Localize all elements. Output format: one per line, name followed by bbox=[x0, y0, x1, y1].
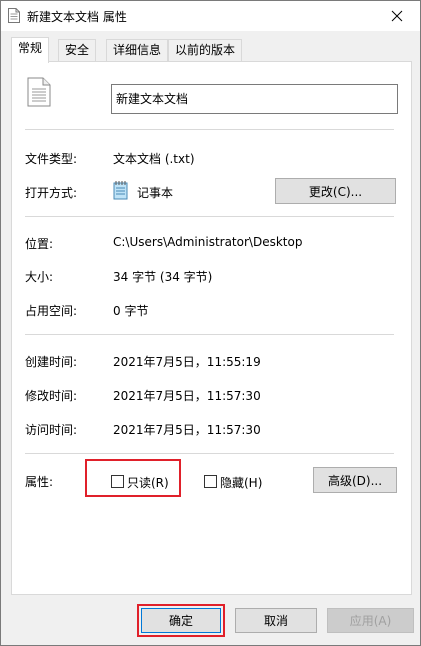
text-file-icon bbox=[8, 8, 20, 23]
hidden-label[interactable]: 隐藏(H) bbox=[220, 474, 262, 491]
tab-previous-versions[interactable]: 以前的版本 bbox=[168, 39, 243, 61]
created-value: 2021年7月5日，11:55:19 bbox=[113, 355, 261, 369]
readonly-label[interactable]: 只读(R) bbox=[127, 474, 169, 491]
tab-label: 安全 bbox=[65, 43, 90, 57]
modified-label: 修改时间: bbox=[25, 389, 78, 403]
advanced-button[interactable]: 高级(D)... bbox=[313, 467, 397, 493]
divider bbox=[25, 216, 394, 217]
file-name-input[interactable]: 新建文本文档 bbox=[111, 84, 398, 114]
hidden-checkbox[interactable] bbox=[204, 475, 217, 488]
accessed-value: 2021年7月5日，11:57:30 bbox=[113, 423, 261, 437]
modified-value: 2021年7月5日，11:57:30 bbox=[113, 389, 261, 403]
general-panel bbox=[11, 61, 412, 595]
readonly-checkbox[interactable] bbox=[111, 475, 124, 488]
file-type-value: 文本文档 (.txt) bbox=[113, 152, 195, 166]
ok-button[interactable]: 确定 bbox=[141, 608, 221, 633]
open-with-value: 记事本 bbox=[137, 186, 174, 200]
change-button[interactable]: 更改(C)... bbox=[275, 178, 396, 204]
accessed-label: 访问时间: bbox=[25, 423, 78, 437]
close-button[interactable] bbox=[374, 1, 420, 31]
properties-dialog: 新建文本文档 属性 常规 安全 详细信息 以前的版本 新建文本文档 文件类型: … bbox=[0, 0, 421, 646]
window-title: 新建文本文档 属性 bbox=[27, 10, 127, 24]
size-label: 大小: bbox=[25, 270, 54, 284]
divider bbox=[25, 453, 394, 454]
close-icon bbox=[391, 10, 403, 22]
tab-label: 常规 bbox=[18, 41, 43, 55]
file-type-label: 文件类型: bbox=[25, 152, 78, 166]
tab-general[interactable]: 常规 bbox=[11, 37, 50, 63]
location-value: C:\Users\Administrator\Desktop bbox=[113, 235, 303, 249]
attributes-label: 属性: bbox=[25, 475, 54, 489]
size-on-disk-label: 占用空间: bbox=[25, 304, 78, 318]
tab-label: 以前的版本 bbox=[175, 43, 236, 57]
tab-label: 详细信息 bbox=[113, 43, 162, 57]
location-label: 位置: bbox=[25, 237, 54, 251]
tab-security[interactable]: 安全 bbox=[58, 39, 97, 61]
title-bar: 新建文本文档 属性 bbox=[1, 1, 420, 31]
text-file-icon bbox=[27, 77, 51, 110]
created-label: 创建时间: bbox=[25, 355, 78, 369]
open-with-label: 打开方式: bbox=[25, 186, 78, 200]
apply-button[interactable]: 应用(A) bbox=[327, 608, 414, 633]
divider bbox=[25, 129, 394, 130]
notepad-icon bbox=[113, 180, 129, 203]
size-on-disk-value: 0 字节 bbox=[113, 304, 149, 318]
tab-details[interactable]: 详细信息 bbox=[106, 39, 169, 61]
divider bbox=[25, 334, 394, 335]
size-value: 34 字节 (34 字节) bbox=[113, 270, 213, 284]
cancel-button[interactable]: 取消 bbox=[235, 608, 317, 633]
